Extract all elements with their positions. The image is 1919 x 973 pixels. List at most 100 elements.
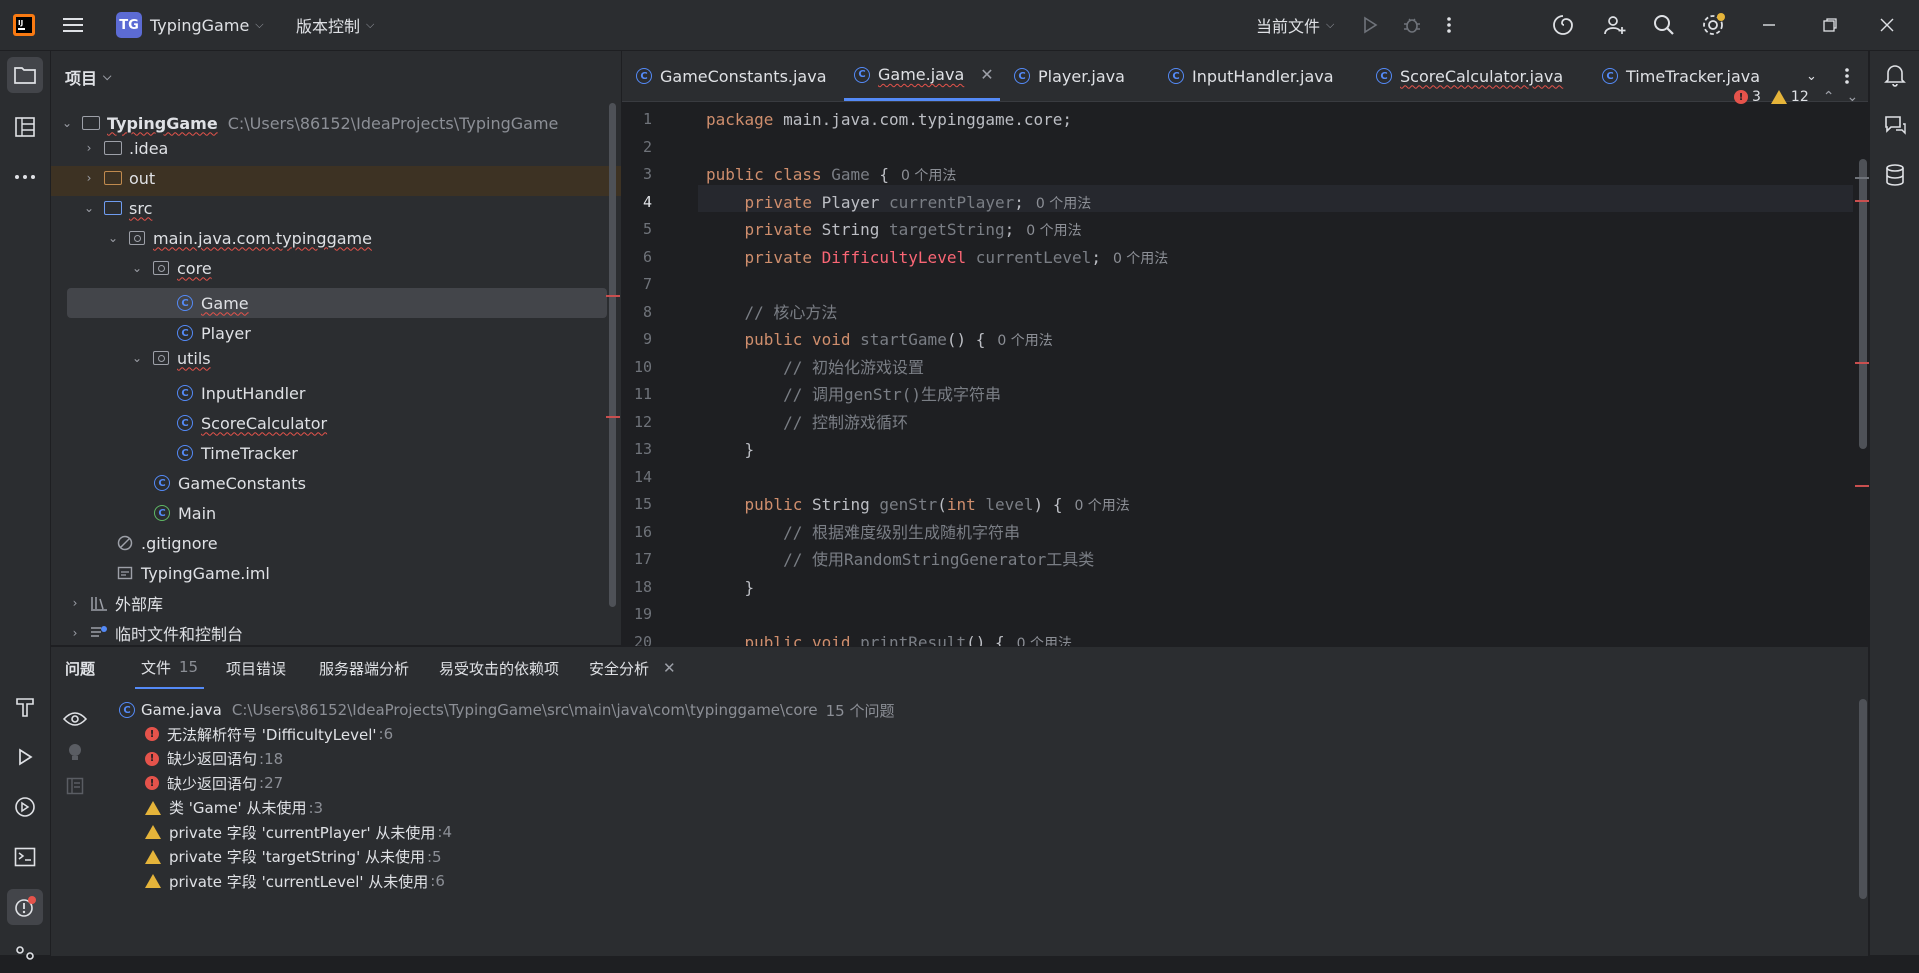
tab-inputhandler[interactable]: C InputHandler.java	[1168, 51, 1334, 101]
problems-title[interactable]: 问题	[65, 647, 95, 689]
more-vert-icon[interactable]	[1446, 0, 1452, 50]
tree-item-idea[interactable]: › .idea	[81, 133, 169, 163]
code-line[interactable]: // 核心方法	[706, 299, 838, 326]
code-line[interactable]: // 控制游戏循环	[706, 409, 908, 436]
usage-hint[interactable]: 0 个用法	[997, 333, 1052, 349]
vcs-menu[interactable]: 版本控制 ⌵	[296, 0, 374, 50]
project-icon[interactable]	[7, 57, 43, 93]
tree-item-timetracker[interactable]: C TimeTracker	[175, 438, 298, 468]
notifications-icon[interactable]	[1877, 57, 1913, 93]
project-panel-title[interactable]: 项目 ⌵	[65, 51, 111, 103]
usage-hint[interactable]: 0 个用法	[1113, 251, 1168, 267]
code-line[interactable]: public void startGame() {0 个用法	[706, 326, 1053, 353]
code-line[interactable]: // 初始化游戏设置	[706, 354, 924, 381]
database-icon[interactable]	[1877, 157, 1913, 193]
build-icon[interactable]	[7, 689, 43, 725]
tree-item-scratches[interactable]: › 临时文件和控制台	[67, 618, 243, 648]
usage-hint[interactable]: 0 个用法	[1026, 223, 1081, 239]
code-line[interactable]: package main.java.com.typinggame.core;	[706, 106, 1072, 133]
git-icon[interactable]	[7, 937, 43, 973]
problem-text: 类 'Game' 从未使用	[169, 799, 307, 817]
restore-icon[interactable]	[1823, 0, 1837, 50]
run-icon[interactable]	[7, 739, 43, 775]
usage-hint[interactable]: 0 个用法	[1036, 196, 1091, 212]
tree-item-out[interactable]: › out	[81, 163, 156, 193]
line-number: 2	[642, 137, 652, 156]
tab-project-errors[interactable]: 项目错误	[226, 647, 286, 689]
code-line[interactable]: // 调用genStr()生成字符串	[706, 381, 1001, 408]
tree-item-label: core	[177, 258, 212, 278]
tree-item-core[interactable]: ⌄ core	[129, 253, 212, 283]
project-scrollbar[interactable]	[609, 103, 616, 607]
inspection-widget[interactable]: ! 3 12 ⌃ ⌄	[1734, 89, 1858, 105]
usage-hint[interactable]: 0 个用法	[1074, 498, 1129, 514]
hamburger-menu-icon[interactable]	[62, 0, 84, 50]
tree-item-utils[interactable]: ⌄ utils	[129, 343, 211, 373]
lightbulb-icon[interactable]	[67, 743, 83, 763]
tab-file-problems[interactable]: 文件 15	[135, 647, 205, 689]
libraries-icon	[89, 593, 109, 613]
code-line[interactable]: public String genStr(int level) {0 个用法	[706, 491, 1130, 518]
problems-icon[interactable]	[7, 889, 43, 925]
run-config-selector[interactable]: 当前文件 ⌵	[1256, 0, 1334, 50]
tree-item-iml[interactable]: TypingGame.iml	[115, 558, 270, 588]
preview-icon[interactable]	[66, 777, 84, 795]
terminal-icon[interactable]	[7, 839, 43, 875]
code-line[interactable]: }	[706, 574, 755, 601]
problems-scrollbar[interactable]	[1859, 699, 1867, 899]
tab-server-analysis[interactable]: 服务器端分析	[319, 647, 409, 689]
tree-item-package-root[interactable]: ⌄ main.java.com.typinggame	[105, 223, 372, 253]
ai-assistant-icon[interactable]	[1551, 0, 1575, 50]
chevron-down-icon[interactable]: ⌄	[1846, 89, 1858, 105]
services-icon[interactable]	[7, 789, 43, 825]
class-icon: C	[175, 383, 195, 403]
tree-item-scorecalculator[interactable]: C ScoreCalculator	[175, 408, 327, 438]
tree-item-main[interactable]: C Main	[152, 498, 216, 528]
tab-player[interactable]: C Player.java	[1014, 51, 1125, 101]
close-icon[interactable]	[1880, 0, 1894, 50]
editor-scrollbar[interactable]	[1859, 159, 1867, 449]
code-line[interactable]: // 根据难度级别生成随机字符串	[706, 519, 1020, 546]
tab-vulnerable-deps[interactable]: 易受攻击的依赖项	[439, 647, 559, 689]
tab-scorecalculator[interactable]: C ScoreCalculator.java	[1376, 51, 1563, 101]
line-number: 3	[642, 165, 652, 183]
chevron-up-icon[interactable]: ⌃	[1823, 89, 1835, 105]
usage-hint[interactable]: 0 个用法	[901, 168, 956, 184]
tree-item-game[interactable]: C Game	[175, 288, 249, 318]
settings-icon[interactable]	[1701, 0, 1727, 50]
add-user-icon[interactable]	[1603, 0, 1627, 50]
tab-gameconstants[interactable]: C GameConstants.java	[636, 51, 827, 101]
search-icon[interactable]	[1652, 0, 1676, 50]
tree-item-gitignore[interactable]: .gitignore	[115, 528, 218, 558]
problem-row[interactable]: private 字段 'currentLevel' 从未使用:6	[145, 866, 445, 896]
tree-item-src[interactable]: ⌄ src	[81, 193, 152, 223]
minimize-icon[interactable]	[1762, 0, 1776, 50]
panel-title-label: 项目	[65, 69, 98, 88]
more-icon[interactable]	[7, 159, 43, 195]
line-gutter: 1 2 3 4 5 6 7 8 9 10 11 12 13 14 15 16 17 18 19 20	[622, 102, 698, 651]
code-line[interactable]: public class Game {0 个用法	[706, 161, 956, 188]
eye-icon[interactable]	[63, 711, 87, 727]
tab-close-icon[interactable]: ✕	[980, 65, 993, 84]
app-logo-icon[interactable]: IJ	[12, 0, 36, 50]
tree-item-gameconstants[interactable]: C GameConstants	[152, 468, 306, 498]
tree-item-external-libraries[interactable]: › 外部库	[67, 588, 163, 618]
debug-icon[interactable]	[1402, 0, 1422, 50]
class-icon: C	[1376, 68, 1392, 84]
code-token: // 控制游戏循环	[706, 412, 908, 432]
code-line[interactable]: // 使用RandomStringGenerator工具类	[706, 546, 1094, 573]
code-line[interactable]: private Player currentPlayer; 0 个用法	[706, 189, 1092, 216]
structure-icon[interactable]	[7, 109, 43, 145]
code-line[interactable]: private DifficultyLevel currentLevel; 0 个…	[706, 244, 1169, 271]
tree-item-inputhandler[interactable]: C InputHandler	[175, 378, 305, 408]
tab-game[interactable]: C Game.java ✕	[844, 51, 1000, 101]
run-icon[interactable]	[1360, 0, 1380, 50]
tab-security-analysis[interactable]: 安全分析 ✕	[589, 647, 676, 689]
ai-chat-icon[interactable]	[1877, 107, 1913, 143]
tab-label: 项目错误	[226, 659, 287, 678]
code-line[interactable]: }	[706, 436, 755, 463]
tree-item-label: main.java.com.typinggame	[153, 228, 372, 248]
project-switcher[interactable]: TG TypingGame ⌵	[116, 0, 264, 50]
close-icon[interactable]: ✕	[663, 659, 676, 677]
code-line[interactable]: private String targetString; 0 个用法	[706, 216, 1082, 243]
